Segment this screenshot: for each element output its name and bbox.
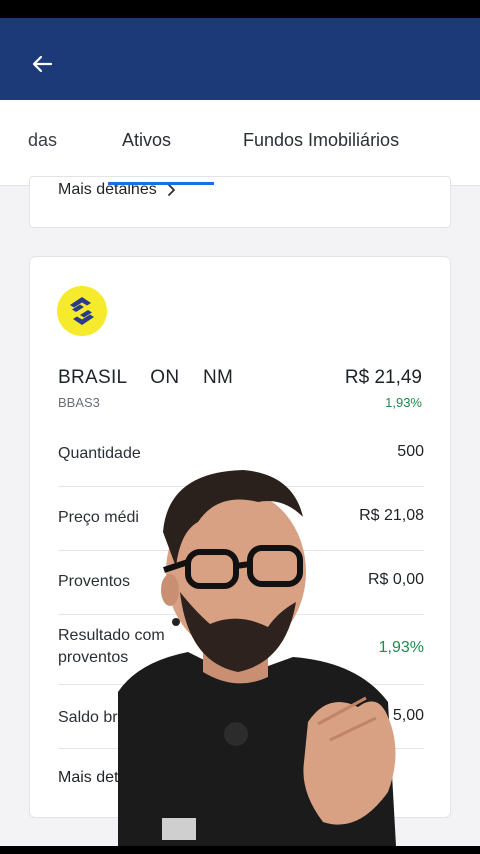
status-bar <box>0 0 480 18</box>
tab-bar: das Ativos Fundos Imobiliários <box>0 100 480 186</box>
tab-ativos[interactable]: Ativos <box>122 130 171 151</box>
asset-change: 1,93% <box>385 395 422 410</box>
row-value: 500 <box>397 443 424 460</box>
previous-asset-card: Mais detalhes <box>29 176 451 228</box>
back-button[interactable] <box>24 46 60 82</box>
arrow-left-icon <box>32 55 53 73</box>
chevron-right-icon <box>167 184 175 196</box>
tab-fundos-imobiliarios[interactable]: Fundos Imobiliários <box>243 130 399 151</box>
row-label: Saldo br <box>58 709 118 726</box>
asset-name: BRASIL ON NM <box>58 367 234 388</box>
presenter-overlay-image <box>118 470 396 846</box>
app-screen: das Ativos Fundos Imobiliários Mais deta… <box>0 0 480 854</box>
banco-do-brasil-logo <box>57 286 107 336</box>
tab-previous[interactable]: das <box>28 130 57 151</box>
bottom-bar <box>0 846 480 854</box>
asset-more-details-link[interactable]: Mais det <box>58 769 118 787</box>
asset-ticker: BBAS3 <box>58 395 100 410</box>
app-bar <box>0 18 480 100</box>
active-tab-indicator <box>108 182 214 185</box>
asset-price: R$ 21,49 <box>344 367 422 388</box>
